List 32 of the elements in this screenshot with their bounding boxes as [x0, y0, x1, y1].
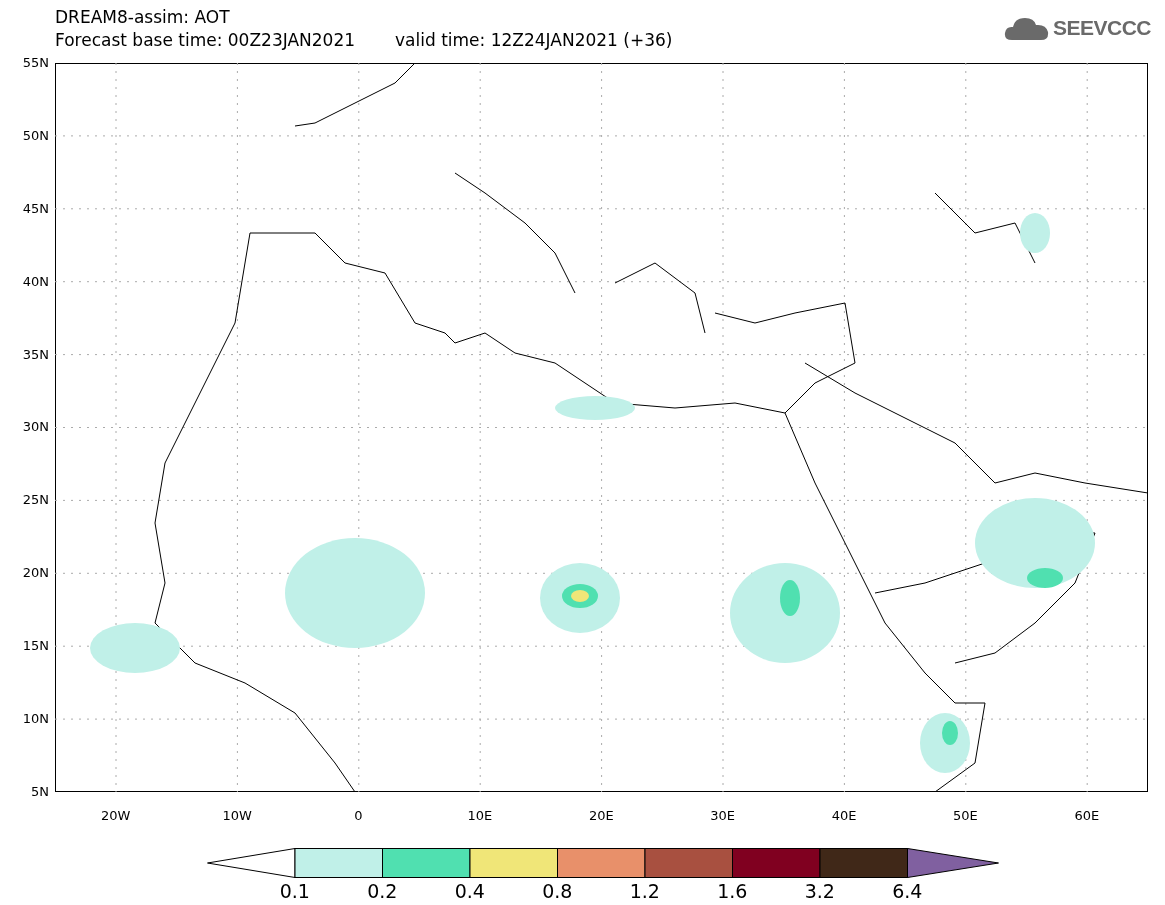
latitude-label: 35N [22, 346, 49, 363]
longitude-label: 0 [353, 808, 364, 824]
latitude-label: 50N [22, 127, 49, 144]
logo-text: SEEVCCC [1052, 16, 1151, 40]
valid-time-label: valid time: 12Z24JAN2021 (+36) [395, 29, 673, 52]
colorbar-label: 0.8 [541, 880, 574, 902]
colorbar-label: 1.2 [628, 880, 661, 902]
base-time-label: Forecast base time: 00Z23JAN2021 [55, 29, 356, 52]
longitude-label: 50E [952, 808, 979, 824]
latitude-label: 45N [22, 200, 49, 217]
latitude-label: 5N [31, 783, 49, 800]
longitude-label: 10W [221, 808, 253, 824]
latitude-label: 30N [22, 419, 49, 436]
longitude-label: 20E [587, 808, 615, 824]
colorbar-label: 3.2 [803, 880, 836, 902]
colorbar-label: 0.4 [453, 880, 486, 902]
colorbar-label: 1.6 [716, 880, 749, 902]
latitude-label: 55N [22, 55, 49, 71]
longitude-label: 30E [709, 808, 737, 824]
latitude-label: 20N [22, 565, 49, 582]
colorbar-label: 6.4 [891, 880, 924, 902]
chart-title: DREAM8-assim: AOT [55, 6, 231, 29]
colorbar-label: 0.1 [278, 880, 311, 902]
longitude-label: 20W [100, 808, 132, 824]
longitude-label: 60E [1073, 808, 1101, 824]
latitude-label: 15N [22, 638, 49, 655]
latitude-label: 25N [22, 492, 49, 509]
latitude-label: 40N [22, 273, 49, 290]
latitude-label: 10N [22, 711, 49, 727]
longitude-label: 40E [830, 808, 858, 824]
colorbar-label: 0.2 [366, 880, 399, 902]
longitude-label: 10E [466, 808, 494, 824]
